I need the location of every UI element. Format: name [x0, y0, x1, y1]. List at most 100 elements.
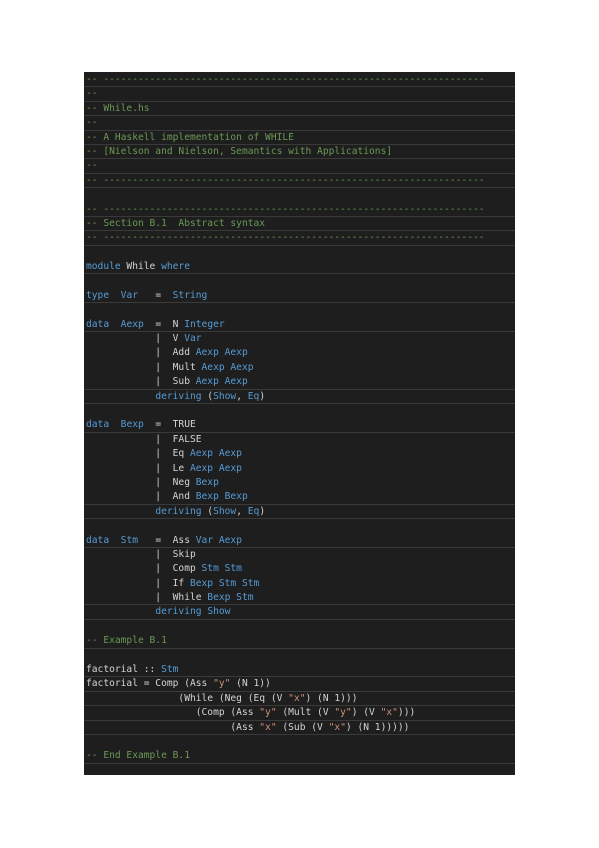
- code-token-keyword: Aexp Aexp: [195, 376, 248, 388]
- code-token-keyword: Aexp Aexp: [201, 361, 254, 373]
- code-token-plain: ) (V: [351, 707, 381, 719]
- code-token-keyword: Bexp: [195, 476, 219, 488]
- code-line: -- Section B.1 Abstract syntax: [84, 217, 515, 232]
- code-line: module While where: [84, 260, 515, 275]
- code-token-keyword: type: [86, 289, 110, 301]
- code-line: | Add Aexp Aexp: [84, 346, 515, 360]
- code-token-keyword: Stm: [120, 534, 138, 546]
- code-token-string: "x": [380, 707, 398, 719]
- code-token-plain: | V: [86, 333, 185, 345]
- code-line: factorial = Comp (Ass "y" (N 1)): [84, 677, 515, 692]
- code-token-keyword: where: [161, 261, 190, 273]
- code-token-plain: factorial = Comp (Ass: [86, 678, 214, 690]
- code-token-keyword: Aexp Aexp: [189, 448, 242, 460]
- code-token-comment: -- -------------------------------------…: [86, 174, 485, 186]
- code-token-comment: -- Example B.1: [86, 635, 167, 647]
- code-line: | FALSE: [84, 433, 515, 447]
- code-line: --: [84, 116, 515, 131]
- code-token-keyword: Stm Stm: [201, 563, 242, 575]
- code-token-keyword: data: [86, 419, 110, 431]
- code-line: data Bexp = TRUE: [84, 418, 515, 433]
- code-token-plain: = TRUE: [143, 419, 196, 431]
- code-line: -- -------------------------------------…: [84, 231, 515, 246]
- code-token-keyword: Bexp: [120, 419, 144, 431]
- code-token-keyword: String: [172, 289, 208, 301]
- code-token-plain: | Mult: [86, 361, 202, 373]
- code-editor[interactable]: -- -------------------------------------…: [84, 72, 515, 775]
- code-token-keyword: Stm: [161, 664, 179, 676]
- code-line: -- While.hs: [84, 102, 515, 117]
- code-line: | V Var: [84, 332, 515, 346]
- code-token-plain: (: [201, 505, 214, 517]
- code-token-keyword: Aexp: [120, 318, 144, 330]
- code-token-plain: = Ass: [138, 534, 196, 546]
- code-token-plain: (While (Neg (Eq (V: [86, 692, 289, 704]
- code-token-string: "y": [213, 678, 231, 690]
- code-token-string: "x": [259, 721, 277, 733]
- code-token-keyword: Var: [120, 289, 138, 301]
- code-token-plain: (Comp (Ass: [86, 707, 260, 719]
- code-token-keyword: Show: [207, 606, 231, 618]
- code-line: data Aexp = N Integer: [84, 318, 515, 333]
- code-token-plain: ,: [236, 390, 248, 402]
- code-line: deriving (Show, Eq): [84, 505, 515, 520]
- code-line: | Skip: [84, 548, 515, 562]
- code-token-plain: (: [201, 390, 214, 402]
- code-line: -- End Example B.1: [84, 749, 515, 764]
- code-line: | Le Aexp Aexp: [84, 462, 515, 476]
- code-token-comment: -- Section B.1 Abstract syntax: [86, 217, 266, 229]
- code-line: -- -------------------------------------…: [84, 203, 515, 217]
- code-token-comment: -- [Nielson and Nielson, Semantics with …: [86, 145, 393, 157]
- code-token-plain: | Eq: [86, 448, 190, 460]
- code-line: factorial :: Stm: [84, 663, 515, 678]
- code-line: type Var = String: [84, 289, 515, 304]
- code-token-keyword: Var: [184, 333, 202, 345]
- code-token-plain: | Neg: [86, 476, 196, 488]
- code-token-plain: =: [138, 289, 173, 301]
- code-token-plain: (Ass: [86, 721, 260, 733]
- code-token-comment: --: [86, 88, 98, 100]
- code-token-plain: = N: [143, 318, 185, 330]
- code-line: -- -------------------------------------…: [84, 73, 515, 88]
- code-line: | Comp Stm Stm: [84, 562, 515, 576]
- code-token-keyword: Var Aexp: [195, 534, 242, 546]
- code-line: | And Bexp Bexp: [84, 490, 515, 505]
- code-token-plain: | Skip: [86, 548, 196, 560]
- code-token-comment: -- A Haskell implementation of WHILE: [86, 131, 294, 143]
- code-token-keyword: data: [86, 534, 110, 546]
- code-token-string: "x": [288, 692, 306, 704]
- code-line: | While Bexp Stm: [84, 591, 515, 606]
- code-token-keyword: deriving: [155, 505, 202, 517]
- code-line: data Stm = Ass Var Aexp: [84, 534, 515, 548]
- code-line: | Sub Aexp Aexp: [84, 375, 515, 390]
- code-token-plain: | If: [86, 577, 190, 589]
- code-token-comment: -- -------------------------------------…: [86, 232, 485, 244]
- code-line: -- [Nielson and Nielson, Semantics with …: [84, 145, 515, 160]
- code-token-keyword: Eq: [247, 505, 260, 517]
- code-token-comment: --: [86, 117, 98, 129]
- code-line: (Ass "x" (Sub (V "x") (N 1))))): [84, 721, 515, 735]
- code-line: | Neg Bexp: [84, 476, 515, 490]
- code-token-keyword: data: [86, 318, 110, 330]
- code-token-keyword: Show: [213, 390, 237, 402]
- code-token-plain: While: [120, 261, 162, 273]
- code-token-keyword: Show: [213, 505, 237, 517]
- code-token-plain: | Comp: [86, 563, 202, 575]
- code-token-plain: | Sub: [86, 376, 196, 388]
- code-token-plain: ): [259, 505, 266, 517]
- code-token-plain: ) (N 1))))): [345, 721, 410, 733]
- code-token-keyword: module: [86, 261, 121, 273]
- code-token-plain: (N 1)): [230, 678, 271, 690]
- code-token-plain: | Add: [86, 347, 196, 359]
- code-token-plain: ): [259, 390, 266, 402]
